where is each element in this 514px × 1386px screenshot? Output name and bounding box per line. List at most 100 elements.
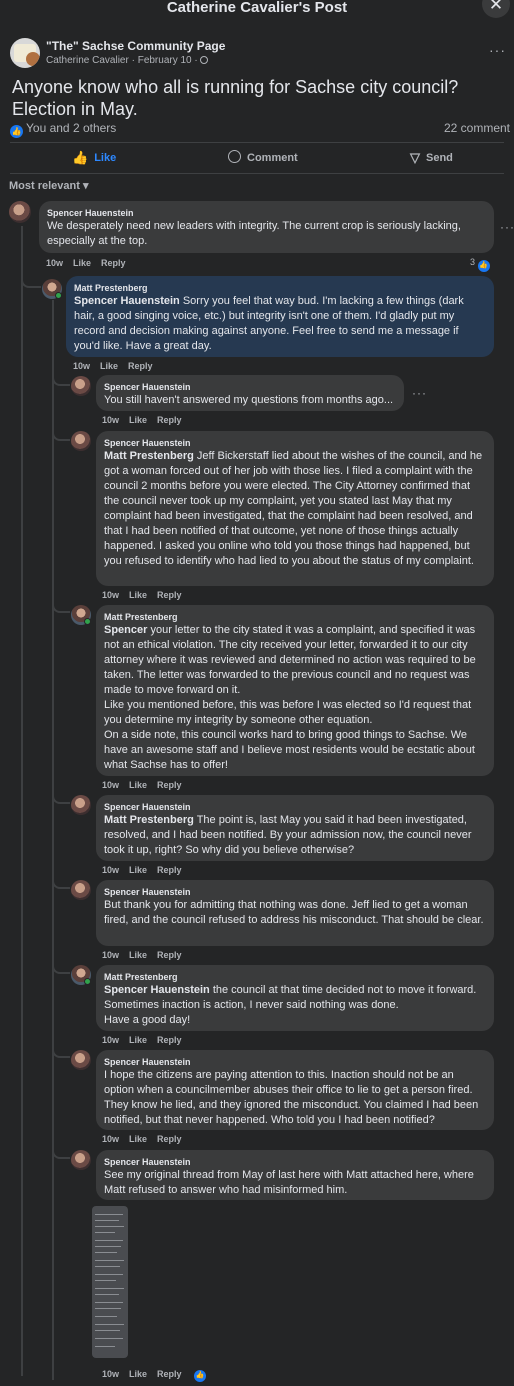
like-link[interactable]: Like [100,361,118,371]
thread-branch [52,424,70,441]
reply-link[interactable]: Reply [128,361,153,371]
comment-bubble: Spencer Hauenstein We desperately need n… [39,201,494,253]
top-bar: Catherine Cavalier's Post ✕ [0,0,514,22]
thread-branch [52,784,70,804]
mention-tag[interactable]: Spencer Hauenstein [104,984,210,996]
reply-link[interactable]: Reply [157,1035,182,1045]
online-status-indicator [84,618,91,625]
comment-author[interactable]: Spencer Hauenstein [104,1056,486,1068]
reply-link[interactable]: Reply [157,865,182,875]
like-link[interactable]: Like [129,590,147,600]
avatar[interactable] [71,431,91,451]
comment-time[interactable]: 10w [102,950,119,960]
comment-text: But thank you for admitting that nothing… [104,899,484,926]
avatar[interactable] [71,376,91,396]
comment-author[interactable]: Matt Prestenberg [104,971,486,983]
comment-author[interactable]: Spencer Hauenstein [104,381,396,393]
comment-time[interactable]: 10w [102,1134,119,1144]
thread-branch [52,870,70,889]
reply-link[interactable]: Reply [157,950,182,960]
reply-link[interactable]: Reply [157,1134,182,1144]
comment-meta: 10w Like Reply [102,865,192,875]
like-link[interactable]: Like [129,1035,147,1045]
avatar[interactable] [71,795,91,815]
thread-branch [52,594,70,613]
comment-author[interactable]: Matt Prestenberg [74,282,486,294]
post-author-line[interactable]: Catherine Cavalier · February 10 · [46,55,208,66]
reply-link[interactable]: Reply [157,590,182,600]
comment-time[interactable]: 10w [102,590,119,600]
avatar[interactable] [71,880,91,900]
more-options-icon[interactable]: ··· [412,386,427,400]
reply-link[interactable]: Reply [157,780,182,790]
comment-time[interactable]: 10w [102,1369,119,1379]
like-link[interactable]: Like [129,865,147,875]
reply-link[interactable]: Reply [157,415,182,425]
post-header: "The" Sachse Community Page Catherine Ca… [0,30,514,70]
comment-author[interactable]: Spencer Hauenstein [104,437,486,449]
comment-bubble-icon [228,150,241,163]
comment-meta: 10w Like Reply [102,415,192,425]
comment-count[interactable]: 22 comment [444,121,510,135]
comment-text: Matt Prestenberg Jeff Bickerstaff lied a… [104,449,486,569]
comment-bubble: Spencer Hauenstein You still haven't ans… [96,375,404,411]
mention-tag[interactable]: Spencer Hauenstein [74,295,180,307]
comment-label: Comment [247,152,298,164]
attached-screenshot-image[interactable] [92,1206,128,1358]
reactions-label[interactable]: You and 2 others [26,121,116,135]
avatar[interactable] [9,201,31,223]
send-label: Send [426,152,453,164]
comment-time[interactable]: 10w [102,415,119,425]
thread-branch [52,1040,70,1058]
comment-author[interactable]: Matt Prestenberg [104,611,486,623]
reply-link[interactable]: Reply [101,258,126,268]
thread-line [21,226,23,1376]
comment-time[interactable]: 10w [73,361,90,371]
author-and-date[interactable]: Catherine Cavalier · February 10 · [46,55,198,66]
comment-author[interactable]: Spencer Hauenstein [104,1156,486,1168]
comment-sort-dropdown[interactable]: Most relevant ▾ [9,179,89,192]
mention-tag[interactable]: Spencer [104,624,147,636]
comment-time[interactable]: 10w [102,780,119,790]
avatar[interactable] [71,1050,91,1070]
comment-time[interactable]: 10w [46,258,63,268]
comment-author[interactable]: Spencer Hauenstein [104,801,486,813]
like-button[interactable]: 👍 Like [72,146,116,170]
comment-bubble: Spencer Hauenstein Matt Prestenberg Jeff… [96,431,494,586]
divider [10,142,504,143]
mention-tag[interactable]: Matt Prestenberg [104,814,194,826]
comment-bubble: Spencer Hauenstein See my original threa… [96,1150,494,1200]
comment-bubble: Matt Prestenberg Spencer Hauenstein Sorr… [66,276,494,357]
comment-author[interactable]: Spencer Hauenstein [47,207,486,219]
reaction-badge[interactable]: 3 👍 [470,257,493,272]
comment-meta: 10w Like Reply [46,258,136,268]
like-link[interactable]: Like [129,780,147,790]
comment-body: your letter to the city stated it was a … [104,624,476,696]
comment-button[interactable]: Comment [228,146,298,170]
page-avatar[interactable] [10,38,40,68]
reactions-summary[interactable]: 👍 You and 2 others [10,121,116,138]
comment-meta: 10w Like Reply [102,590,192,600]
more-options-icon[interactable]: ··· [500,220,514,234]
comment-body: Jeff Bickerstaff lied about the wishes o… [104,450,483,567]
comment-bubble: Spencer Hauenstein I hope the citizens a… [96,1050,494,1130]
like-link[interactable]: Like [129,1369,147,1379]
reaction-badge[interactable]: 👍 [194,1367,209,1382]
page-name-link[interactable]: "The" Sachse Community Page [46,39,225,53]
send-button[interactable]: ▽ Send [410,146,453,170]
like-link[interactable]: Like [73,258,91,268]
avatar[interactable] [71,1150,91,1170]
mention-tag[interactable]: Matt Prestenberg [104,450,194,462]
like-reaction-icon: 👍 [477,260,490,272]
like-link[interactable]: Like [129,1134,147,1144]
comment-text: Spencer Hauenstein Sorry you feel that w… [74,294,486,354]
like-reaction-icon: 👍 [194,1370,206,1382]
like-link[interactable]: Like [129,950,147,960]
reply-link[interactable]: Reply [157,1369,182,1379]
like-reaction-icon: 👍 [10,125,23,138]
comment-time[interactable]: 10w [102,865,119,875]
comment-time[interactable]: 10w [102,1035,119,1045]
more-options-icon[interactable]: ··· [489,42,506,58]
comment-author[interactable]: Spencer Hauenstein [104,886,486,898]
like-link[interactable]: Like [129,415,147,425]
